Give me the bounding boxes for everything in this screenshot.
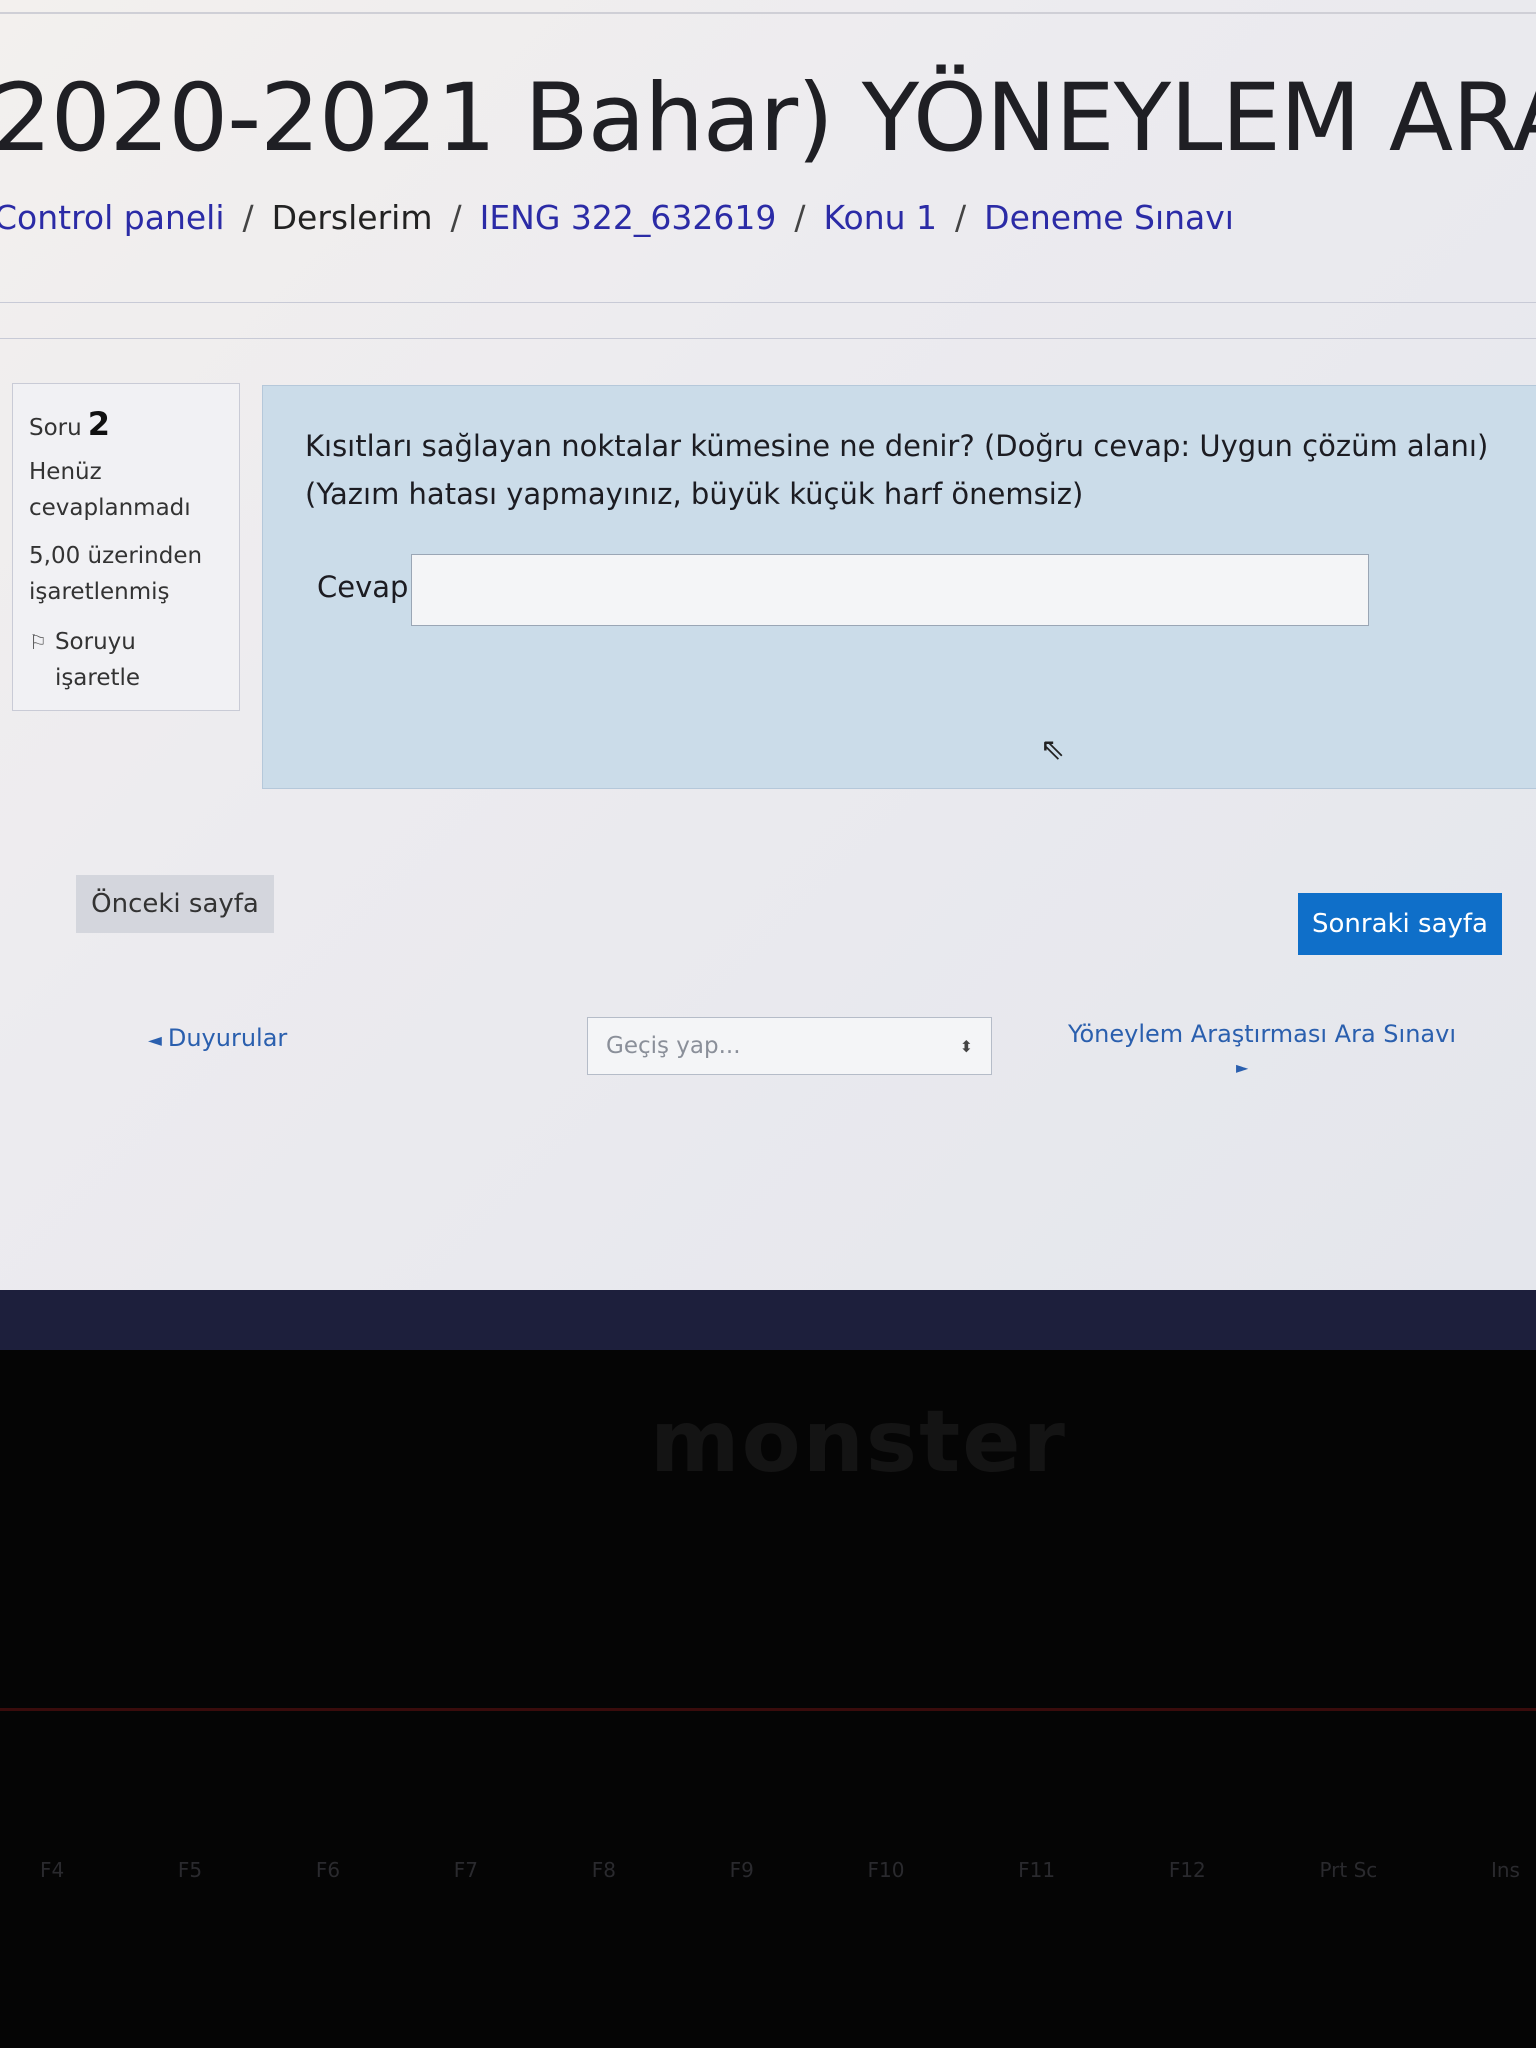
question-text: Kısıtları sağlayan noktalar kümesine ne …	[305, 429, 1489, 511]
key-f4: F4	[40, 1858, 65, 1882]
flag-label: Soruyu	[54, 629, 136, 655]
key-f6: F6	[315, 1858, 341, 1882]
previous-activity-label: Duyurular	[167, 1024, 288, 1052]
breadcrumb-separator: /	[794, 198, 806, 237]
breadcrumb-dashboard[interactable]: Control paneli	[0, 198, 225, 237]
key-f11: F11	[1018, 1858, 1056, 1882]
grade-text: işaretlenmiş	[29, 579, 170, 605]
next-page-button[interactable]: Sonraki sayfa	[1298, 893, 1502, 955]
question-grade: 5,00 üzerinden işaretlenmiş	[29, 538, 223, 610]
breadcrumb-course[interactable]: IENG 322_632619	[480, 198, 777, 237]
flag-icon: ⚐	[29, 630, 47, 654]
key-f9: F9	[729, 1858, 754, 1882]
breadcrumb-my-courses: Derslerim	[271, 198, 433, 237]
key-f5: F5	[177, 1858, 203, 1882]
breadcrumb-quiz[interactable]: Deneme Sınavı	[984, 198, 1234, 237]
header-line	[0, 12, 1536, 14]
key-f10: F10	[867, 1858, 905, 1882]
question-info-panel: Soru 2 Henüz cevaplanmadı 5,00 üzerinden…	[12, 383, 240, 711]
question-state: Henüz cevaplanmadı	[29, 454, 223, 526]
divider	[0, 302, 1536, 303]
key-f7: F7	[453, 1858, 478, 1882]
breadcrumb-separator: /	[955, 198, 967, 237]
key-f8: F8	[591, 1858, 616, 1882]
jump-placeholder: Geçiş yap...	[606, 1033, 741, 1059]
page-title: 2020-2021 Bahar) YÖNEYLEM ARAŞTIRMASI	[0, 64, 1536, 173]
mouse-pointer-icon: ⇖	[1040, 732, 1066, 767]
key-f12: F12	[1168, 1858, 1206, 1882]
jump-to-select[interactable]: Geçiş yap... ⬍	[587, 1017, 992, 1075]
keyboard-edge	[0, 1708, 1536, 1711]
breadcrumb-topic[interactable]: Konu 1	[824, 198, 938, 237]
flag-question-toggle[interactable]: ⚐ Soruyu işaretle	[29, 624, 223, 696]
state-text: Henüz	[29, 459, 102, 485]
laptop-brand-logo: monster	[650, 1392, 1067, 1492]
grade-text: 5,00 üzerinden	[29, 543, 203, 569]
next-activity-link[interactable]: Yöneylem Araştırması Ara Sınavı	[1068, 1020, 1456, 1048]
question-label: Soru	[29, 415, 82, 441]
question-content: Kısıtları sağlayan noktalar kümesine ne …	[262, 385, 1536, 789]
browser-screen: 2020-2021 Bahar) YÖNEYLEM ARAŞTIRMASI Co…	[0, 0, 1536, 1290]
answer-label: Cevap:	[317, 570, 419, 604]
answer-input[interactable]	[411, 554, 1369, 626]
divider	[0, 338, 1536, 339]
key-ins: Ins	[1490, 1858, 1520, 1882]
key-prtsc: Prt Sc	[1319, 1858, 1378, 1882]
next-activity-label: Yöneylem Araştırması Ara Sınavı	[1068, 1020, 1456, 1048]
state-text: cevaplanmadı	[29, 495, 191, 521]
left-arrow-icon: ◄	[148, 1030, 162, 1051]
question-number: Soru 2	[29, 406, 223, 446]
previous-activity-link[interactable]: ◄ Duyurular	[148, 1024, 287, 1052]
breadcrumb-separator: /	[242, 198, 254, 237]
function-key-row: F4 F5 F6 F7 F8 F9 F10 F11 F12 Prt Sc Ins	[40, 1858, 1520, 1882]
select-caret-icon: ⬍	[959, 1036, 973, 1056]
right-arrow-icon: ►	[1236, 1058, 1249, 1077]
breadcrumb-separator: /	[450, 198, 462, 237]
question-number-value: 2	[87, 405, 110, 443]
flag-label: işaretle	[54, 665, 141, 691]
previous-page-button[interactable]: Önceki sayfa	[76, 875, 274, 933]
breadcrumb: Control paneli / Derslerim / IENG 322_63…	[0, 198, 1234, 237]
screen-bezel	[0, 1290, 1536, 1350]
